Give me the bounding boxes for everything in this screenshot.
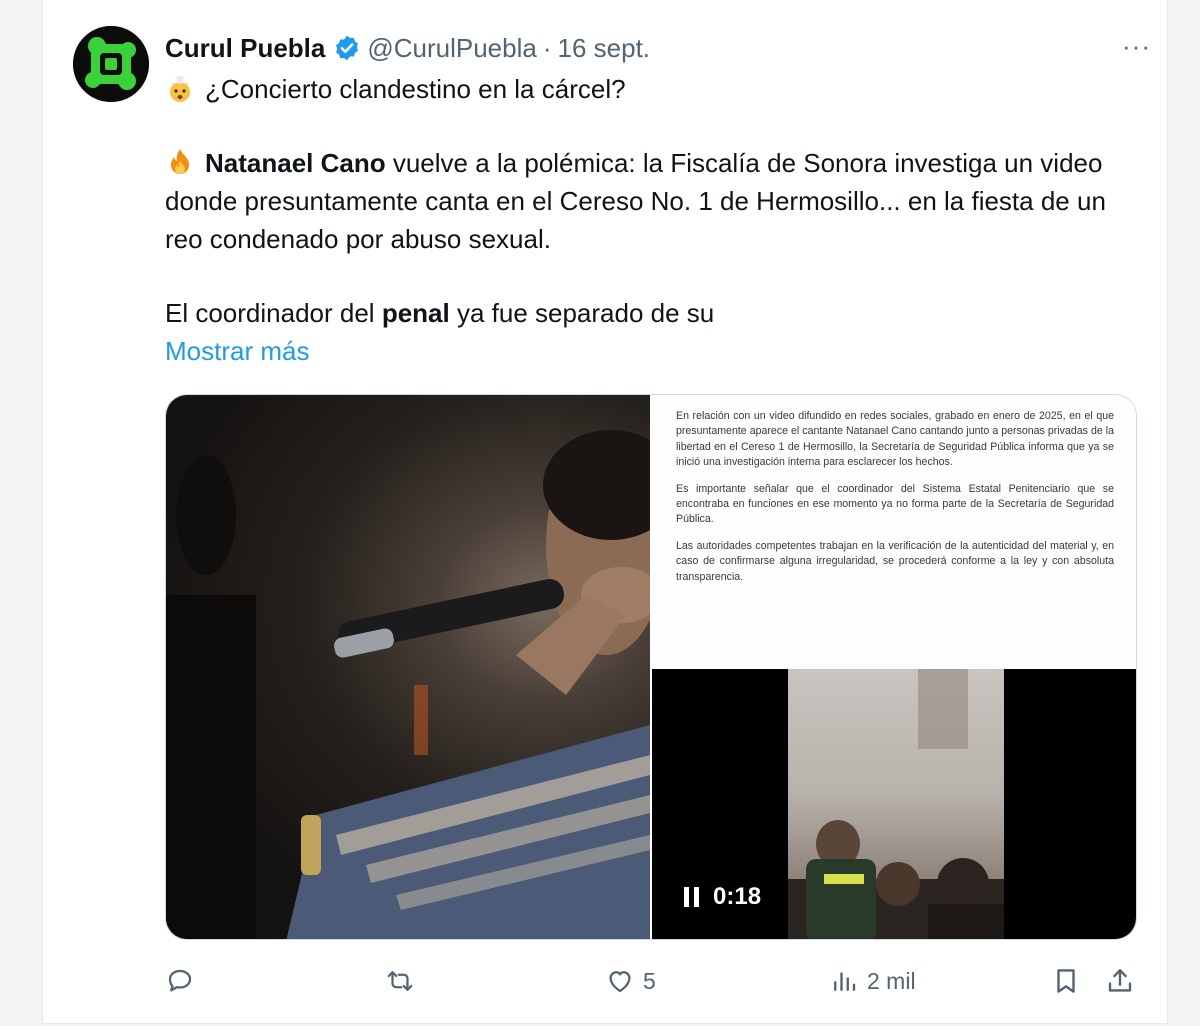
pause-icon[interactable] bbox=[684, 887, 699, 907]
author-handle[interactable]: @CurulPuebla bbox=[367, 33, 536, 64]
reply-icon bbox=[165, 966, 195, 996]
concert-photo[interactable] bbox=[166, 395, 650, 939]
views-icon bbox=[829, 966, 859, 996]
more-icon[interactable]: ··· bbox=[1122, 30, 1151, 62]
bookmark-icon bbox=[1051, 966, 1081, 996]
retweet-icon bbox=[385, 966, 415, 996]
like-count: 5 bbox=[643, 967, 656, 994]
media-grid: En relación con un video difundido en re… bbox=[165, 394, 1137, 940]
tweet-line-1-text: ¿Concierto clandestino en la cárcel? bbox=[205, 74, 626, 104]
avatar[interactable] bbox=[73, 26, 149, 102]
fire-emoji-icon bbox=[165, 147, 195, 177]
like-icon bbox=[605, 966, 635, 996]
statement-paragraph-3: Las autoridades competentes trabajan en … bbox=[676, 539, 1114, 583]
tweet-line-1: ¿Concierto clandestino en la cárcel? bbox=[165, 70, 1127, 108]
tweet-date[interactable]: 16 sept. bbox=[558, 33, 651, 64]
statement-document[interactable]: En relación con un video difundido en re… bbox=[652, 395, 1136, 667]
separator-dot: · bbox=[542, 32, 552, 63]
video-frame bbox=[788, 669, 1004, 939]
bookmark-button[interactable] bbox=[1051, 966, 1081, 996]
video-player[interactable]: 0:18 bbox=[652, 669, 1136, 939]
video-frame-illustration bbox=[788, 669, 1004, 939]
share-button[interactable] bbox=[1105, 966, 1135, 996]
views-count: 2 mil bbox=[867, 967, 916, 994]
video-time: 0:18 bbox=[713, 883, 762, 910]
tweet-actions: 5 2 mil bbox=[165, 966, 1137, 1006]
exploding-head-emoji-icon bbox=[165, 73, 195, 103]
like-button[interactable]: 5 bbox=[605, 966, 656, 996]
tweet-paragraph-3-post: ya fue separado de su bbox=[449, 298, 715, 328]
tweet-paragraph-3-bold: penal bbox=[381, 298, 450, 328]
tweet-paragraph-3-pre: El coordinador del bbox=[165, 298, 382, 328]
video-controls: 0:18 bbox=[684, 883, 761, 911]
show-more-link[interactable]: Mostrar más bbox=[165, 332, 1127, 370]
verified-badge-icon bbox=[333, 34, 361, 62]
tweet-header: Curul Puebla @CurulPuebla · 16 sept. bbox=[165, 30, 1147, 66]
views-button[interactable]: 2 mil bbox=[829, 966, 916, 996]
share-icon bbox=[1105, 966, 1135, 996]
author-name[interactable]: Curul Puebla bbox=[165, 33, 325, 64]
reply-button[interactable] bbox=[165, 966, 203, 996]
avatar-logo-icon bbox=[73, 26, 149, 102]
statement-paragraph-2: Es importante señalar que el coordinador… bbox=[676, 482, 1114, 526]
tweet-card[interactable]: Curul Puebla @CurulPuebla · 16 sept. ···… bbox=[42, 0, 1168, 1024]
concert-photo-illustration bbox=[166, 430, 650, 939]
tweet-paragraph-2: Natanael Cano vuelve a la polémica: la F… bbox=[165, 144, 1127, 258]
statement-paragraph-1: En relación con un video difundido en re… bbox=[676, 410, 1114, 469]
tweet-paragraph-3: El coordinador del penal ya fue separado… bbox=[165, 294, 1127, 332]
tweet-text: ¿Concierto clandestino en la cárcel? Nat… bbox=[165, 70, 1127, 370]
retweet-button[interactable] bbox=[385, 966, 423, 996]
mention-natanael-cano: Natanael Cano bbox=[205, 148, 386, 178]
